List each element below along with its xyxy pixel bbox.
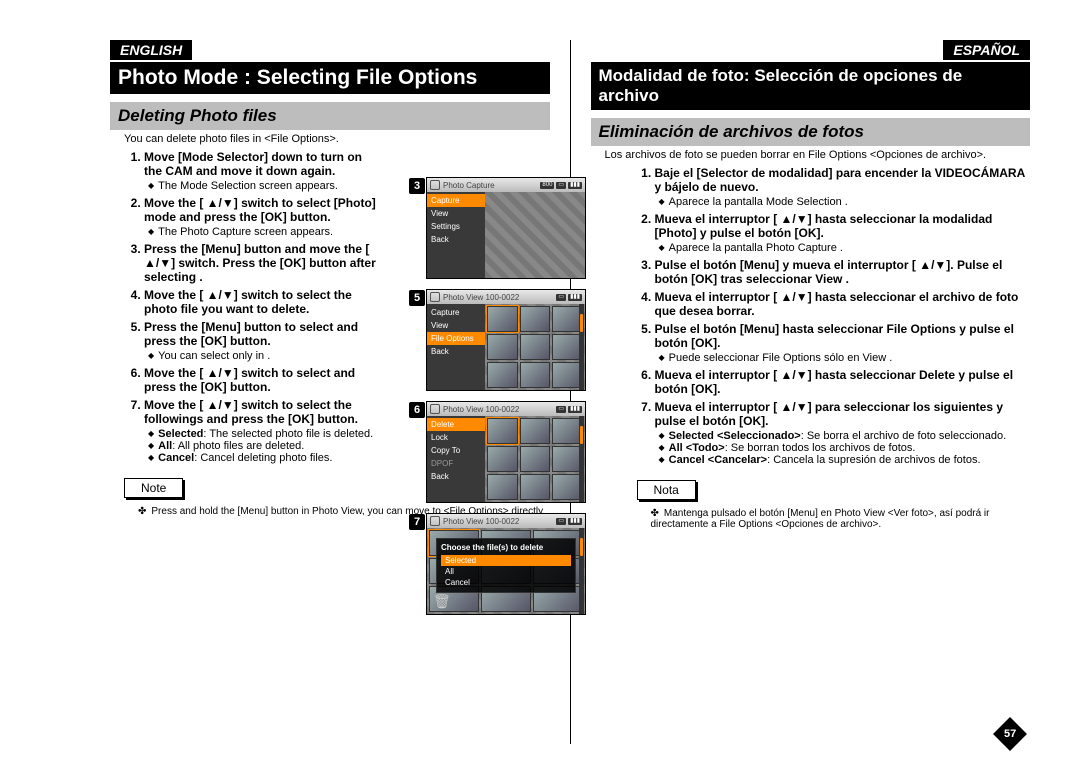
scrollbar	[579, 416, 584, 502]
sub-step: All: All photo files are deleted.	[148, 440, 378, 452]
sub-step: The Mode Selection screen appears.	[148, 180, 378, 192]
sub-step: Cancel: Cancel deleting photo files.	[148, 452, 378, 464]
battery-icon: ▮▮▮	[568, 182, 582, 189]
camera-icon	[430, 404, 440, 414]
prompt-option: Cancel	[441, 577, 571, 588]
menu-item: DPOF	[427, 457, 485, 470]
language-tag-spanish: ESPAÑOL	[943, 40, 1030, 60]
steps-list-es: Baje el [Selector de modalidad] para enc…	[605, 166, 1031, 466]
prompt-option: Selected	[441, 555, 571, 566]
screen-6: 6 Photo View 100-0022 ▭▮▮▮ DeleteLockCop…	[426, 401, 586, 503]
step-item: Press the [Menu] button and move the [ ▲…	[144, 242, 382, 284]
step-item: Move the [ ▲/▼] switch to select the fol…	[144, 398, 382, 464]
camera-icon	[430, 180, 440, 190]
screen-illustrations: 3 Photo Capture 800▭▮▮▮ CaptureViewSetti…	[426, 177, 586, 625]
sub-step: Aparece la pantalla Photo Capture .	[659, 242, 1027, 254]
prompt-title: Choose the file(s) to delete	[441, 543, 571, 552]
step-item: Move the [ ▲/▼] switch to select the pho…	[144, 288, 382, 316]
screen-7: 7 Photo View 100-0022 ▭▮▮▮ Choose the fi…	[426, 513, 586, 615]
battery-icon: ▮▮▮	[568, 406, 582, 413]
sub-step: Selected: The selected photo file is del…	[148, 428, 378, 440]
screen-3-menu: CaptureViewSettingsBack	[427, 192, 485, 278]
note-label-es: Nota	[637, 480, 696, 500]
menu-item: Copy To	[427, 444, 485, 457]
section-title-en: Deleting Photo files	[110, 102, 550, 130]
trash-icon: 🗑	[433, 593, 451, 610]
screen-badge-6: 6	[409, 402, 425, 418]
page-title-en: Photo Mode : Selecting File Options	[110, 62, 550, 94]
screen-title: Photo View 100-0022	[443, 293, 519, 302]
camera-icon	[430, 516, 440, 526]
scrollbar	[579, 304, 584, 390]
step-item: Press the [Menu] button to select and pr…	[144, 320, 382, 362]
note-label-en: Note	[124, 478, 183, 498]
prompt-option: All	[441, 566, 571, 577]
intro-en: You can delete photo files in <File Opti…	[124, 133, 550, 145]
memory-icon: ▭	[556, 182, 566, 189]
sub-step: Aparece la pantalla Mode Selection .	[659, 196, 1027, 208]
intro-es: Los archivos de foto se pueden borrar en…	[605, 149, 1031, 161]
menu-item: Delete	[427, 418, 485, 431]
menu-item: Back	[427, 345, 485, 358]
step-item: Pulse el botón [Menu] y mueva el interru…	[655, 258, 1031, 286]
battery-icon: ▮▮▮	[568, 294, 582, 301]
memory-icon: ▭	[556, 294, 566, 301]
sub-step: You can select only in .	[148, 350, 378, 362]
menu-item: Back	[427, 233, 485, 246]
step-item: Mueva el interruptor [ ▲/▼] para selecci…	[655, 400, 1031, 466]
step-item: Baje el [Selector de modalidad] para enc…	[655, 166, 1031, 208]
note-item: Mantenga pulsado el botón [Menu] en Phot…	[651, 508, 1031, 530]
menu-item: View	[427, 207, 485, 220]
menu-item: Settings	[427, 220, 485, 233]
screen-3: 3 Photo Capture 800▭▮▮▮ CaptureViewSetti…	[426, 177, 586, 279]
thumbnail-grid	[485, 304, 585, 390]
screen-6-menu: DeleteLockCopy ToDPOFBack	[427, 416, 485, 502]
menu-item: Capture	[427, 306, 485, 319]
step-item: Move the [ ▲/▼] switch to select and pre…	[144, 366, 382, 394]
battery-icon: ▮▮▮	[568, 518, 582, 525]
preview-image	[485, 192, 585, 278]
screen-badge-3: 3	[409, 178, 425, 194]
menu-item: Back	[427, 470, 485, 483]
memory-icon: ▭	[556, 518, 566, 525]
step-item: Move the [ ▲/▼] switch to select [Photo]…	[144, 196, 382, 238]
step-item: Mueva el interruptor [ ▲/▼] hasta selecc…	[655, 212, 1031, 254]
screen-5-menu: CaptureViewFile OptionsBack	[427, 304, 485, 390]
prompt-options: SelectedAllCancel	[441, 555, 571, 588]
screen-title: Photo View 100-0022	[443, 405, 519, 414]
step-item: Mueva el interruptor [ ▲/▼] hasta selecc…	[655, 290, 1031, 318]
camera-icon	[430, 292, 440, 302]
page-title-es: Modalidad de foto: Selección de opciones…	[591, 62, 1031, 110]
screen-5: 5 Photo View 100-0022 ▭▮▮▮ CaptureViewFi…	[426, 289, 586, 391]
menu-item: File Options	[427, 332, 485, 345]
notes-es: Mantenga pulsado el botón [Menu] en Phot…	[651, 508, 1031, 530]
language-tag-english: ENGLISH	[110, 40, 192, 60]
screen-title: Photo View 100-0022	[443, 517, 519, 526]
menu-item: View	[427, 319, 485, 332]
screen-badge-7: 7	[409, 514, 425, 530]
sub-step: All <Todo>: Se borran todos los archivos…	[659, 442, 1027, 454]
memory-icon: ▭	[556, 406, 566, 413]
sub-step: Puede seleccionar File Options sólo en V…	[659, 352, 1027, 364]
sub-step: Selected <Seleccionado>: Se borra el arc…	[659, 430, 1027, 442]
step-item: Pulse el botón [Menu] hasta seleccionar …	[655, 322, 1031, 364]
sub-step: Cancel <Cancelar>: Cancela la supresión …	[659, 454, 1027, 466]
thumbnail-grid	[485, 416, 585, 502]
menu-item: Capture	[427, 194, 485, 207]
menu-item: Lock	[427, 431, 485, 444]
scrollbar	[579, 528, 584, 614]
sub-step: The Photo Capture screen appears.	[148, 226, 378, 238]
section-title-es: Eliminación de archivos de fotos	[591, 118, 1031, 146]
delete-prompt: Choose the file(s) to delete SelectedAll…	[436, 538, 576, 593]
screen-title: Photo Capture	[443, 181, 495, 190]
step-item: Move [Mode Selector] down to turn on the…	[144, 150, 382, 192]
step-item: Mueva el interruptor [ ▲/▼] hasta selecc…	[655, 368, 1031, 396]
screen-badge-5: 5	[409, 290, 425, 306]
